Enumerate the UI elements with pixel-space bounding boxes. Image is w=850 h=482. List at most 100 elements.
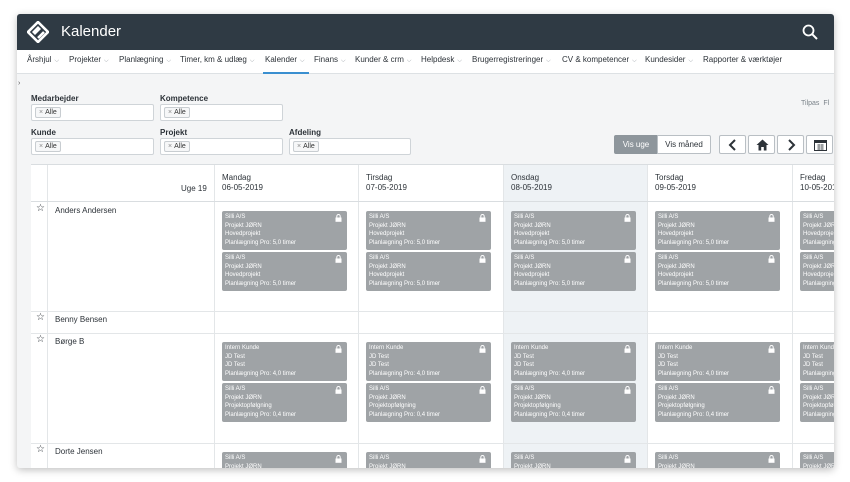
filter-tag[interactable]: × Alle [35, 107, 61, 118]
medarbejder-filter[interactable]: × Alle [31, 104, 154, 121]
booking-card[interactable]: Intern Kunde JD Test JD Test Planlægning Pr… [366, 342, 491, 381]
employee-name: Børge B [55, 337, 85, 346]
remove-tag-icon[interactable]: × [297, 143, 301, 150]
booking-line: JD Test [514, 362, 534, 368]
booking-card[interactable]: Silli A/S Projekt JØRN Projektopfølgning Pl… [511, 383, 636, 422]
filter-tag[interactable]: × Alle [164, 107, 190, 118]
home-icon [756, 139, 769, 151]
booking-card[interactable]: Intern Kunde JD Test JD Test Planlægning Pr… [800, 342, 834, 381]
booking-card[interactable]: Silli A/S Projekt JØRN Hovedprojekt Planlæg… [366, 252, 491, 291]
booking-card[interactable]: Intern Kunde JD Test JD Test Planlægning Pr… [511, 342, 636, 381]
booking-line: Planlægning Pro: 5,0 timer [369, 239, 441, 246]
menu-item-planlægning[interactable]: Planlægning ⌵ [119, 55, 171, 65]
lock-icon [624, 455, 631, 463]
remove-tag-icon[interactable]: × [168, 109, 172, 116]
menu-item-label: CV & kompetencer [562, 55, 630, 64]
kompetence-filter[interactable]: × Alle [160, 104, 283, 121]
remove-tag-icon[interactable]: × [168, 143, 172, 150]
row-divider [31, 333, 834, 334]
booking-card[interactable]: Intern Kunde JD Test JD Test Planlægning Pr… [222, 342, 347, 381]
lock-icon [479, 345, 486, 353]
booking-card[interactable]: Silli A/S Projekt JØRN Hovedprojekt Planlæg… [511, 211, 636, 250]
menu-item-helpdesk[interactable]: Helpdesk ⌵ [421, 55, 462, 65]
menu-item-projekter[interactable]: Projekter ⌵ [69, 55, 109, 65]
star-icon[interactable]: ☆ [36, 334, 45, 345]
booking-line: Planlægning Pro: 4,0 timer [658, 370, 730, 377]
booking-line: Silli A/S [803, 255, 824, 261]
star-icon[interactable]: ☆ [36, 312, 45, 323]
booking-card[interactable]: Silli A/S Projekt JØRN Projektopfølgning Pl… [655, 383, 780, 422]
menu-item-kalender[interactable]: Kalender ⌵ [265, 55, 305, 65]
tilpas-link[interactable]: Tilpas Fl [801, 100, 829, 107]
filter-tag[interactable]: × Alle [164, 141, 190, 152]
booking-line: Projekt JØRN [369, 263, 406, 270]
booking-line: Projekt JØRN [225, 394, 262, 401]
booking-card[interactable]: Silli A/S Projekt JØRN Hovedprojekt Planlæg… [366, 211, 491, 250]
logo-icon[interactable] [27, 21, 49, 43]
menu-item-cv-kompetencer[interactable]: CV & kompetencer ⌵ [562, 55, 637, 65]
booking-line: Planlægning Pro: 0,4 timer [803, 411, 834, 418]
menu-item-label: Finans [314, 55, 339, 64]
calendar-icon [814, 140, 827, 151]
kunde-filter[interactable]: × Alle [31, 138, 154, 155]
booking-line: Planlægning Pro: 5,0 timer [225, 239, 297, 246]
booking-line: Planlægning Pro: 5,0 timer [803, 239, 834, 246]
booking-card[interactable]: Silli A/S Projekt JØRN Projektopfølgning Pl… [800, 383, 834, 422]
booking-line: Silli A/S [225, 255, 246, 261]
projekt-filter[interactable]: × Alle [160, 138, 283, 155]
menu-item-kunder-crm[interactable]: Kunder & crm ⌵ [355, 55, 411, 65]
lock-icon [768, 214, 775, 222]
menu-item-finans[interactable]: Finans ⌵ [314, 55, 346, 65]
booking-line: Planlægning Pro: 0,4 timer [658, 411, 730, 418]
remove-tag-icon[interactable]: × [39, 143, 43, 150]
booking-card[interactable]: Silli A/S Projekt JØRN Hovedprojekt Planlæg… [800, 211, 834, 250]
vis-maaned-button[interactable]: Vis måned [657, 135, 711, 154]
sidebar-toggle-icon[interactable]: › [18, 80, 20, 87]
menu-item-kundesider[interactable]: Kundesider ⌵ [645, 55, 693, 65]
booking-line: Intern Kunde [514, 345, 549, 351]
row-divider [31, 311, 834, 312]
afdeling-filter[interactable]: × Alle [289, 138, 411, 155]
date-picker-button[interactable] [806, 135, 833, 154]
booking-card[interactable]: Silli A/S Projekt JØRN Projektopfølgning Pl… [222, 383, 347, 422]
filter-tag[interactable]: × Alle [293, 141, 319, 152]
booking-card[interactable]: Silli A/S Projekt JØRN [222, 452, 347, 468]
booking-card[interactable]: Silli A/S Projekt JØRN Hovedprojekt Planlæg… [511, 252, 636, 291]
booking-line: Projekt JØRN [369, 222, 406, 229]
booking-line: JD Test [658, 353, 678, 360]
booking-card[interactable]: Silli A/S Projekt JØRN [800, 452, 834, 468]
menu-item-brugerregistreringer[interactable]: Brugerregistreringer ⌵ [472, 55, 551, 65]
booking-card[interactable]: Silli A/S Projekt JØRN [366, 452, 491, 468]
booking-card[interactable]: Silli A/S Projekt JØRN [511, 452, 636, 468]
booking-line: Hovedprojekt [369, 231, 405, 237]
star-icon[interactable]: ☆ [36, 444, 45, 455]
next-week-button[interactable] [777, 135, 804, 154]
remove-tag-icon[interactable]: × [39, 109, 43, 116]
booking-line: Planlægning Pro: 5,0 timer [514, 239, 586, 246]
vis-uge-button[interactable]: Vis uge [614, 135, 658, 154]
today-button[interactable] [748, 135, 775, 154]
title-bar: Kalender [17, 14, 834, 50]
filter-tag[interactable]: × Alle [35, 141, 61, 152]
booking-line: Projektopfølgning [803, 403, 834, 409]
lock-icon [335, 255, 342, 263]
menu-item-rapporter-værktøjer[interactable]: Rapporter & værktøjer [703, 55, 782, 64]
booking-card[interactable]: Silli A/S Projekt JØRN Projektopfølgning Pl… [366, 383, 491, 422]
booking-line: Hovedprojekt [514, 231, 550, 237]
booking-line: Silli A/S [658, 214, 679, 220]
booking-card[interactable]: Silli A/S Projekt JØRN Hovedprojekt Planlæg… [655, 211, 780, 250]
search-icon[interactable] [802, 24, 818, 40]
menu-item-årshjul[interactable]: Årshjul ⌵ [27, 55, 59, 65]
booking-card[interactable]: Silli A/S Projekt JØRN Hovedprojekt Planlæg… [222, 252, 347, 291]
booking-card[interactable]: Intern Kunde JD Test JD Test Planlægning Pr… [655, 342, 780, 381]
booking-card[interactable]: Silli A/S Projekt JØRN [655, 452, 780, 468]
star-icon[interactable]: ☆ [36, 203, 45, 214]
booking-card[interactable]: Silli A/S Projekt JØRN Hovedprojekt Planlæg… [800, 252, 834, 291]
booking-card[interactable]: Silli A/S Projekt JØRN Hovedprojekt Planlæg… [655, 252, 780, 291]
booking-card[interactable]: Silli A/S Projekt JØRN Hovedprojekt Planlæg… [222, 211, 347, 250]
menu-item-timer-km-udlæg[interactable]: Timer, km & udlæg ⌵ [180, 55, 254, 65]
previous-week-button[interactable] [719, 135, 746, 154]
booking-line: Hovedprojekt [803, 272, 834, 278]
lock-icon [768, 255, 775, 263]
booking-line: Silli A/S [225, 214, 246, 220]
